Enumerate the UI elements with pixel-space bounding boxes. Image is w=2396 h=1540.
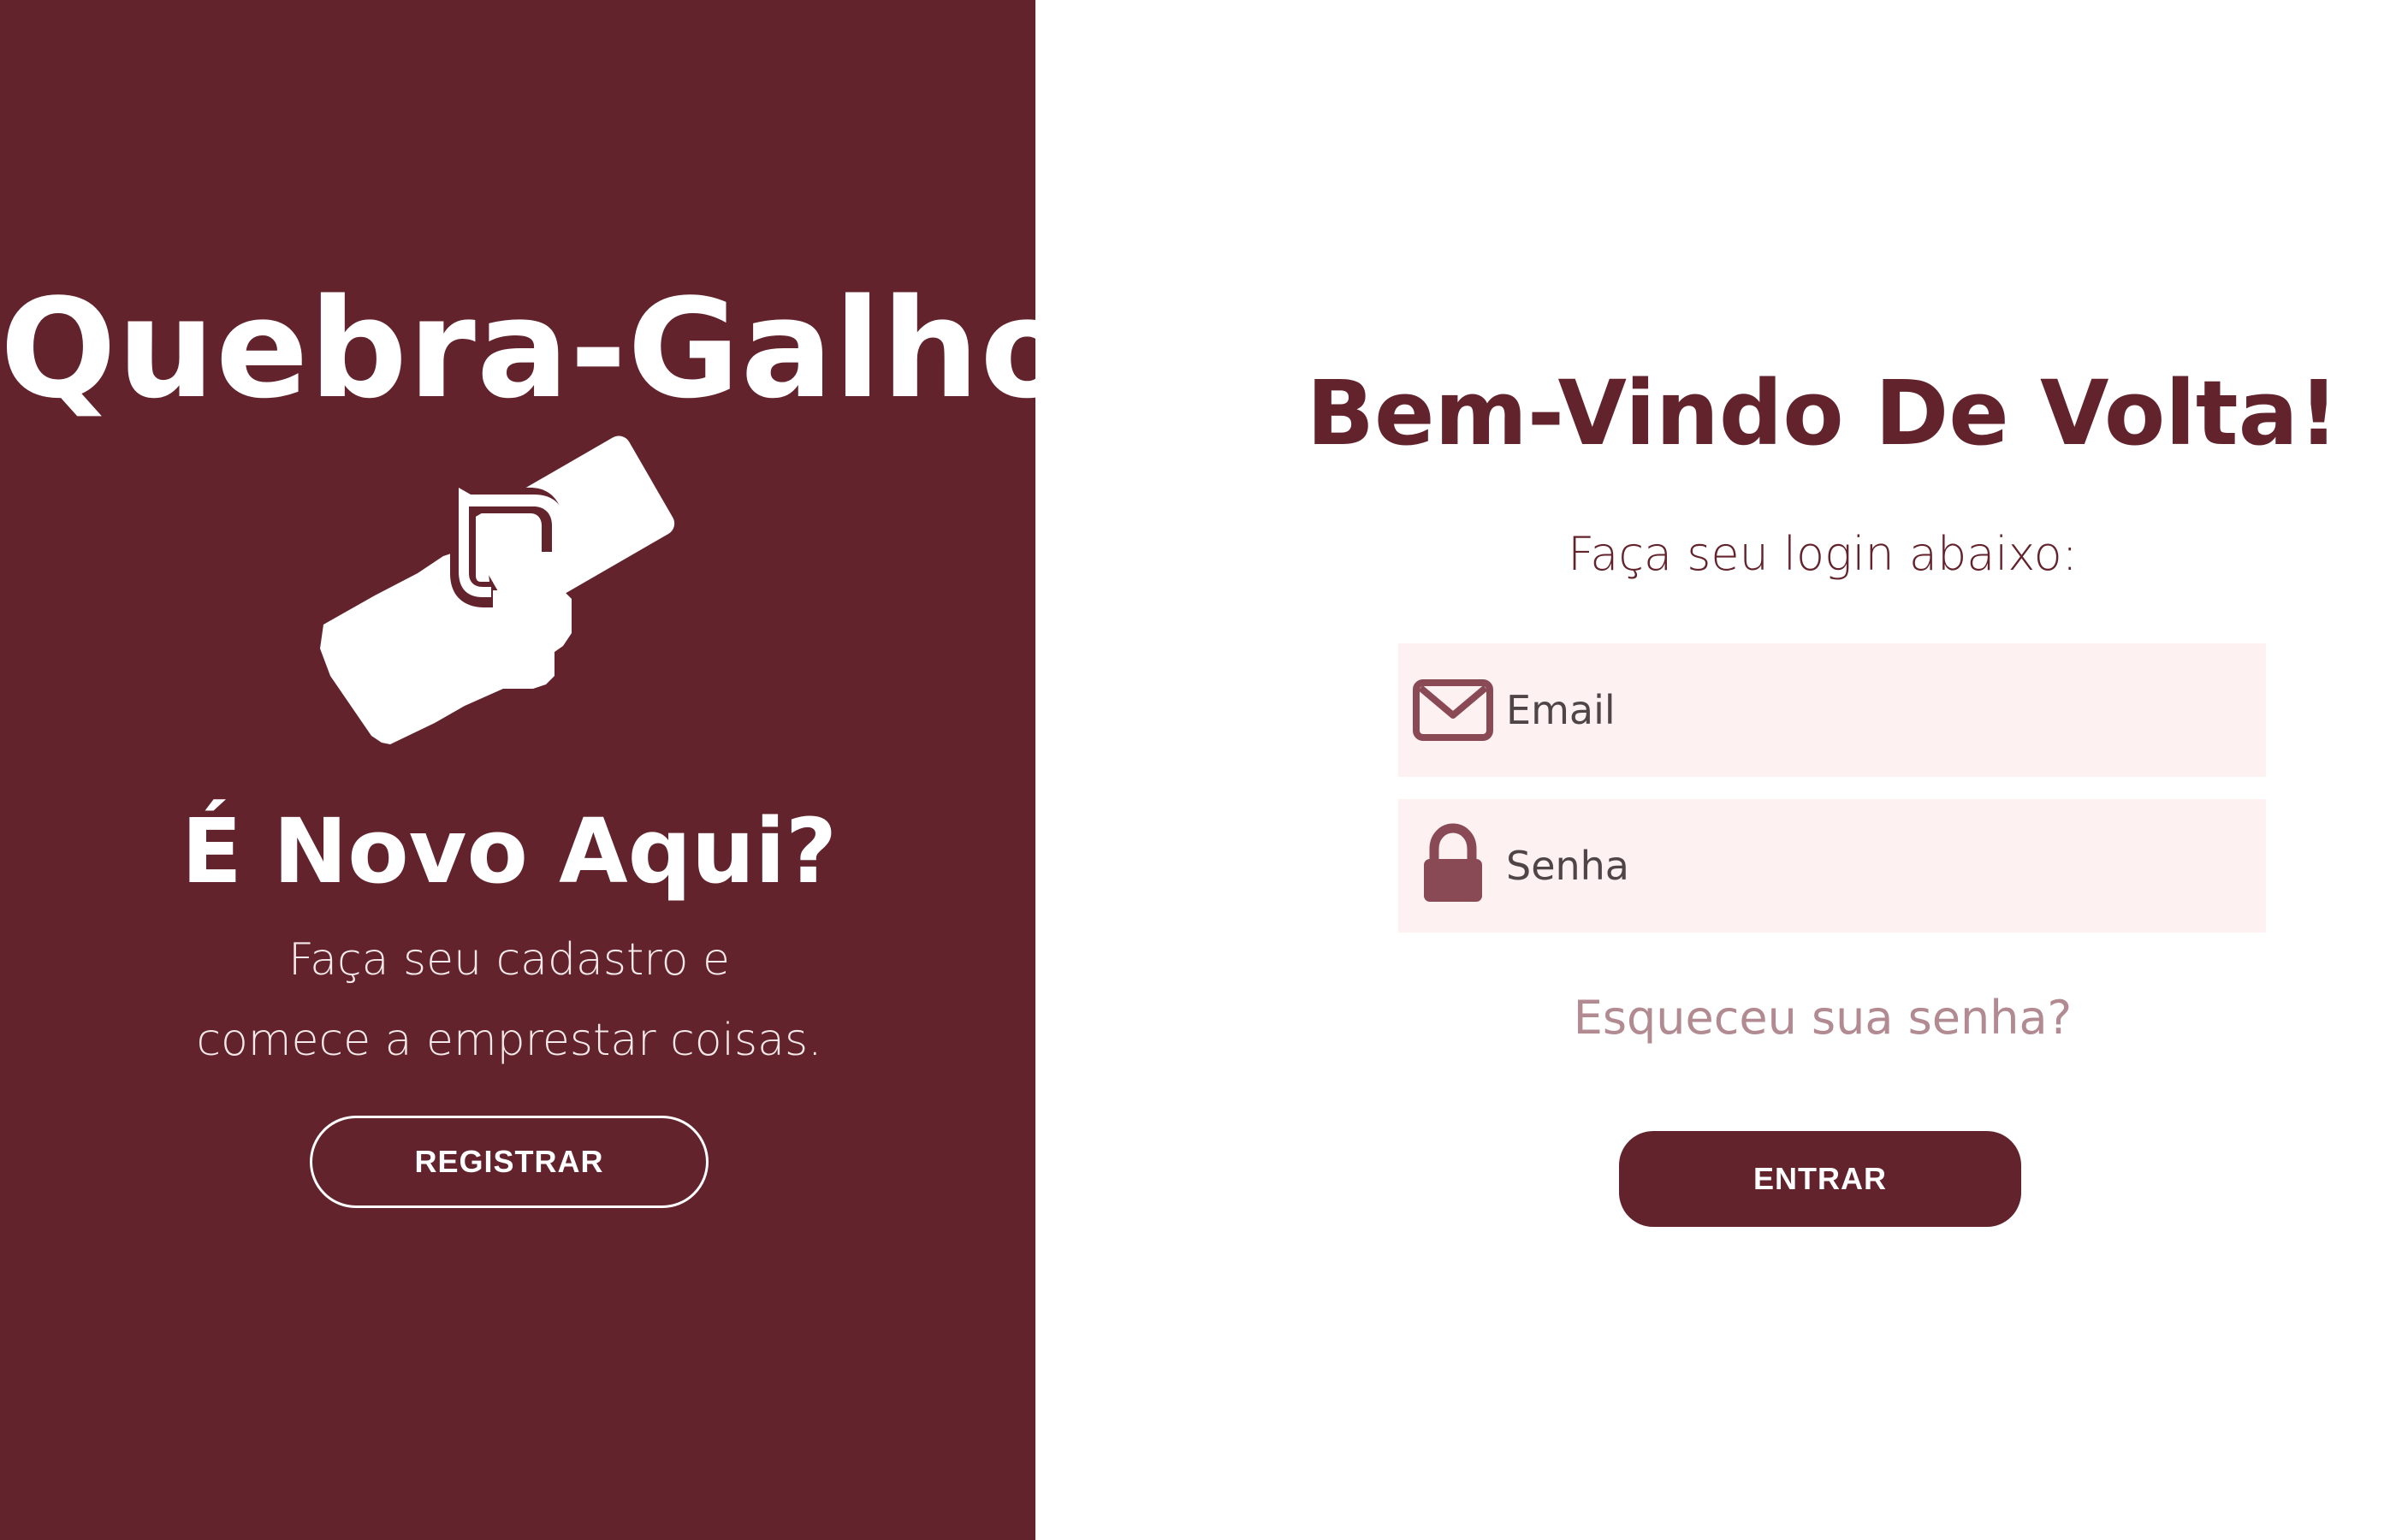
login-title: Bem-Vindo De Volta! [1306,361,2340,465]
signup-description: Faça seu cadastro e comece a emprestar c… [0,920,1018,1081]
login-button[interactable]: ENTRAR [1619,1131,2021,1227]
signup-panel: Quebra-Galho É Novo Aqui? Faça seu cadas… [0,0,1076,1540]
login-subtitle: Faça seu login abaixo: [1568,527,2078,581]
signup-heading: É Novo Aqui? [181,799,838,903]
brand-title: Quebra-Galho [0,269,1076,429]
password-field[interactable] [1398,799,2266,933]
hands-exchange-icon [320,435,675,744]
signup-description-line2: comece a emprestar coisas. [196,1015,822,1066]
email-input[interactable] [1506,643,2242,777]
forgot-password-link[interactable]: Esqueceu sua senha? [1284,984,2362,1052]
lock-icon [1424,823,1482,902]
envelope-icon [1413,679,1493,741]
password-input[interactable] [1506,799,2242,933]
register-button[interactable]: REGISTRAR [310,1116,709,1208]
email-field[interactable] [1398,643,2266,777]
signup-description-line1: Faça seu cadastro e [288,934,730,986]
login-page: Quebra-Galho É Novo Aqui? Faça seu cadas… [0,0,2396,1540]
